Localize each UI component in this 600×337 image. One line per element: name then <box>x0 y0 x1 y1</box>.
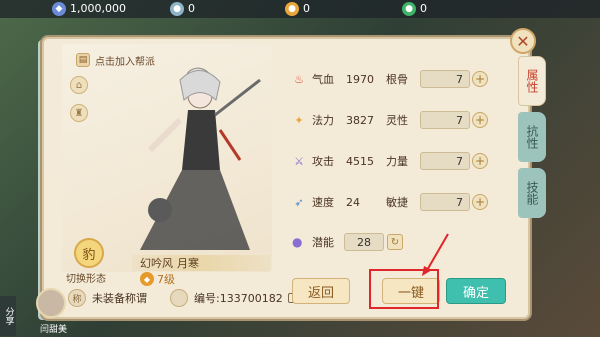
attr-agility-value[interactable]: 7 <box>420 193 470 211</box>
switch-form-label: 切换形态 <box>66 274 106 285</box>
plus-icon[interactable]: + <box>472 194 488 210</box>
potential-icon: ● <box>292 235 303 249</box>
annotation-arrow <box>422 233 449 276</box>
attr-agility-stepper: 7 + <box>420 193 488 211</box>
attr-strength: 力量 7 + <box>386 152 488 170</box>
character-level: ◆ 7级 <box>140 272 175 286</box>
plus-icon[interactable]: + <box>472 71 488 87</box>
back-button[interactable]: 返回 <box>292 278 350 304</box>
close-button[interactable]: ✕ <box>510 28 536 54</box>
plus-icon[interactable]: + <box>472 112 488 128</box>
jade-icon: ● <box>402 1 416 16</box>
mana-icon: ✦ <box>294 113 304 127</box>
stat-hp-value: 1970 <box>346 72 374 86</box>
title-text: 未装备称谓 <box>92 292 147 305</box>
speed-icon: ➶ <box>294 195 304 209</box>
title-row[interactable]: 称 未装备称谓 <box>68 289 147 307</box>
silver-value: 0 <box>188 2 195 15</box>
stat-hp-label: 气血 <box>312 73 334 86</box>
attr-strength-stepper: 7 + <box>420 152 488 170</box>
attr-constitution-value[interactable]: 7 <box>420 70 470 88</box>
stat-mana-value: 3827 <box>346 113 374 127</box>
home-icon[interactable]: ♜ <box>70 104 88 122</box>
currency-gold: ● 0 <box>285 1 310 16</box>
currency-coins: ◆ 1,000,000 <box>52 1 126 16</box>
coin-icon: ◆ <box>52 1 66 16</box>
potential-value: 28 <box>344 233 384 251</box>
stat-hp: ♨ 气血 1970 <box>292 70 374 88</box>
coins-value: 1,000,000 <box>70 2 126 15</box>
stat-speed-value: 24 <box>346 195 360 209</box>
gold-icon: ● <box>285 1 299 16</box>
attr-agility: 敏捷 7 + <box>386 193 488 211</box>
jade-value: 0 <box>420 2 427 15</box>
stat-attack-label: 攻击 <box>312 155 334 168</box>
currency-silver: ● 0 <box>170 1 195 16</box>
character-name: 幻吟风 月寒 <box>132 255 270 271</box>
switch-form-glyph: 豹 <box>82 247 96 263</box>
attr-spirit: 灵性 7 + <box>386 111 488 129</box>
guild-flag-icon[interactable]: ⌂ <box>70 76 88 94</box>
stat-speed: ➶ 速度 24 <box>292 193 360 211</box>
attr-agility-label: 敏捷 <box>386 196 408 209</box>
share-button[interactable]: 分享 <box>0 296 16 336</box>
share-label: 分享 <box>3 307 14 325</box>
attr-spirit-label: 灵性 <box>386 114 408 127</box>
tab-resistance[interactable]: 抗性 <box>518 112 546 162</box>
tab-skills-label: 技能 <box>525 181 539 205</box>
tab-skills[interactable]: 技能 <box>518 168 546 218</box>
attr-strength-label: 力量 <box>386 155 408 168</box>
character-name-suffix: 月寒 <box>177 257 199 270</box>
currency-jade: ● 0 <box>402 1 427 16</box>
switch-form-button[interactable]: 豹 <box>74 238 104 268</box>
character-figure <box>140 67 261 250</box>
level-text: 7级 <box>157 273 175 286</box>
potential-row: ● 潜能 28 ↻ <box>292 233 403 251</box>
hp-icon: ♨ <box>294 72 304 86</box>
right-tabs: 属性 抗性 技能 <box>518 56 546 224</box>
level-badge-icon: ◆ <box>140 272 154 286</box>
confirm-button[interactable]: 确定 <box>446 278 506 304</box>
stat-speed-label: 速度 <box>312 196 334 209</box>
tab-attributes[interactable]: 属性 <box>518 56 546 106</box>
id-icon <box>170 289 188 307</box>
character-name-text: 幻吟风 <box>140 257 173 270</box>
tab-attributes-label: 属性 <box>525 69 539 93</box>
attr-spirit-value[interactable]: 7 <box>420 111 470 129</box>
avatar[interactable] <box>36 288 66 318</box>
attr-spirit-stepper: 7 + <box>420 111 488 129</box>
attr-constitution: 根骨 7 + <box>386 70 488 88</box>
title-icon: 称 <box>68 289 86 307</box>
confirm-button-label: 确定 <box>462 285 489 301</box>
attr-strength-value[interactable]: 7 <box>420 152 470 170</box>
stat-mana: ✦ 法力 3827 <box>292 111 374 129</box>
stat-attack: ⚔ 攻击 4515 <box>292 152 374 170</box>
attr-constitution-stepper: 7 + <box>420 70 488 88</box>
gold-value: 0 <box>303 2 310 15</box>
stat-attack-value: 4515 <box>346 154 374 168</box>
plus-icon[interactable]: + <box>472 153 488 169</box>
tab-resistance-label: 抗性 <box>525 125 539 149</box>
attr-constitution-label: 根骨 <box>386 73 408 86</box>
reset-icon[interactable]: ↻ <box>387 234 403 250</box>
attack-icon: ⚔ <box>294 154 304 168</box>
back-button-label: 返回 <box>307 285 334 301</box>
top-resource-bar: ◆ 1,000,000 ● 0 ● 0 ● 0 <box>0 0 600 18</box>
close-icon: ✕ <box>516 31 530 51</box>
id-text: 编号:133700182 <box>194 292 283 305</box>
id-row: 编号:133700182 <box>170 289 298 307</box>
silver-icon: ● <box>170 1 184 16</box>
guild-icon: ▤ <box>76 53 90 67</box>
stat-mana-label: 法力 <box>312 114 334 127</box>
potential-label: 潜能 <box>312 236 334 249</box>
avatar-name: 闫甜美 <box>40 325 68 335</box>
